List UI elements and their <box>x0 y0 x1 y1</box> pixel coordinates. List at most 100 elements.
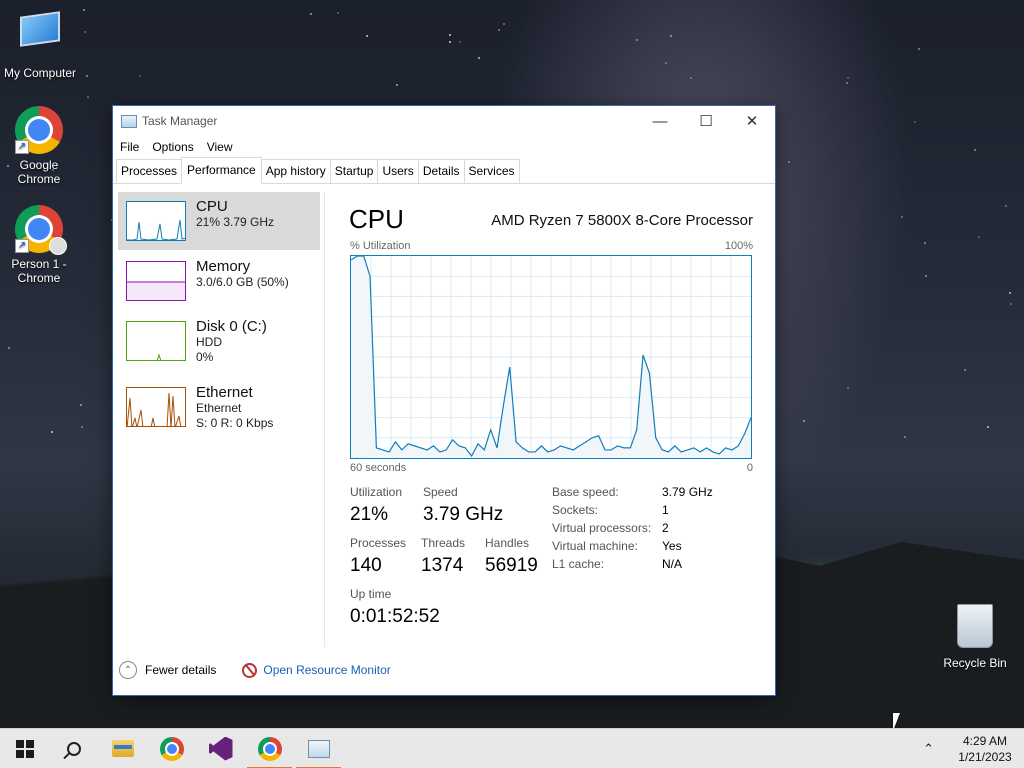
start-button[interactable] <box>0 729 49 768</box>
graph-label-min: 0 <box>746 462 753 474</box>
star <box>449 41 451 43</box>
speed-value: 3.79 GHz <box>423 504 504 525</box>
tab-details[interactable]: Details <box>417 159 465 183</box>
person-badge-icon <box>49 237 67 255</box>
processes-value: 140 <box>350 555 382 576</box>
task-manager-window[interactable]: Task Manager — ☐ ✕ File Options View Pro… <box>112 105 776 696</box>
taskbar: ⌃ 4:29 AM 1/21/2023 <box>0 728 1024 768</box>
ethernet-thumbnail-graph <box>126 387 186 427</box>
sockets-label: Sockets: <box>552 503 599 517</box>
shortcut-arrow-icon: ↗ <box>15 239 29 253</box>
star <box>670 35 672 37</box>
memory-thumbnail-graph <box>126 261 186 301</box>
star <box>924 242 926 244</box>
base-speed-value: 3.79 GHz <box>662 485 713 499</box>
star <box>803 420 805 422</box>
star <box>964 369 966 371</box>
threads-label: Threads <box>421 536 466 550</box>
taskbar-chrome-profile[interactable] <box>245 729 294 768</box>
star <box>925 275 927 277</box>
handles-value: 56919 <box>485 555 538 576</box>
resource-detail: 0% <box>196 350 214 364</box>
resource-monitor-icon <box>242 662 258 678</box>
desktop-icon-label: Recycle Bin <box>943 656 1007 670</box>
chrome-icon <box>257 736 282 761</box>
desktop-icon-recycle-bin[interactable]: Recycle Bin <box>935 602 1015 670</box>
star <box>51 431 53 433</box>
menu-view[interactable]: View <box>206 140 239 154</box>
resource-name: Ethernet <box>196 384 253 401</box>
uptime-value: 0:01:52:52 <box>350 606 440 627</box>
desktop-icon-label: My Computer <box>3 66 77 80</box>
uptime-label: Up time <box>350 587 392 601</box>
cpu-heading: CPU <box>349 204 404 234</box>
resource-item-disk[interactable]: Disk 0 (C:) HDD 0% <box>118 312 320 370</box>
threads-value: 1374 <box>421 555 464 576</box>
menu-file[interactable]: File <box>119 140 145 154</box>
tab-strip: Processes Performance App history Startu… <box>113 157 775 184</box>
resource-name: CPU <box>196 198 228 215</box>
disk-thumbnail-graph <box>126 321 186 361</box>
star <box>1010 303 1012 305</box>
utilization-value: 21% <box>350 504 389 525</box>
taskbar-chrome[interactable] <box>147 729 196 768</box>
minimize-button[interactable]: — <box>637 106 683 136</box>
close-button[interactable]: ✕ <box>729 106 775 136</box>
resource-detail: S: 0 R: 0 Kbps <box>196 416 274 430</box>
resource-detail: 21% 3.79 GHz <box>196 215 275 229</box>
desktop-icon-google-chrome[interactable]: ↗ Google Chrome <box>0 106 79 186</box>
open-resource-monitor-link[interactable]: Open Resource Monitor <box>263 663 390 677</box>
virtual-processors-value: 2 <box>662 521 669 535</box>
base-speed-label: Base speed: <box>552 485 619 499</box>
star <box>788 161 790 163</box>
taskbar-task-manager[interactable] <box>294 729 343 768</box>
tab-startup[interactable]: Startup <box>329 159 379 183</box>
sockets-value: 1 <box>662 503 669 517</box>
fewer-details-button[interactable]: Fewer details <box>145 663 216 677</box>
taskbar-file-explorer[interactable] <box>98 729 147 768</box>
chevron-up-icon[interactable]: ⌃ <box>911 741 946 757</box>
speed-label: Speed <box>423 485 458 499</box>
tab-users[interactable]: Users <box>377 159 419 183</box>
star <box>459 41 461 43</box>
resource-item-ethernet[interactable]: Ethernet Ethernet S: 0 R: 0 Kbps <box>118 378 320 436</box>
computer-icon <box>16 11 64 62</box>
star <box>83 9 85 11</box>
chrome-icon: ↗ <box>15 106 63 154</box>
menu-options[interactable]: Options <box>151 140 199 154</box>
star <box>8 347 10 349</box>
resource-item-cpu[interactable]: CPU 21% 3.79 GHz <box>118 192 320 250</box>
tab-app-history[interactable]: App history <box>260 159 331 183</box>
tab-performance[interactable]: Performance <box>181 157 262 184</box>
taskbar-visual-studio[interactable] <box>196 729 245 768</box>
star <box>310 13 312 15</box>
clock[interactable]: 4:29 AM 1/21/2023 <box>946 733 1024 765</box>
virtual-machine-label: Virtual machine: <box>552 539 638 553</box>
resource-name: Memory <box>196 258 251 275</box>
tab-processes[interactable]: Processes <box>116 159 183 183</box>
tab-services[interactable]: Services <box>463 159 520 183</box>
processes-label: Processes <box>350 536 407 550</box>
clock-time: 4:29 AM <box>962 733 1008 748</box>
visual-studio-icon <box>208 736 233 761</box>
window-footer: ⌃ Fewer details Open Resource Monitor <box>119 661 391 679</box>
resource-name: Disk 0 (C:) <box>196 318 267 335</box>
maximize-button[interactable]: ☐ <box>683 106 729 136</box>
desktop-icon-my-computer[interactable]: My Computer <box>0 10 80 80</box>
search-button[interactable] <box>49 729 98 768</box>
star <box>80 404 82 406</box>
star <box>498 29 500 31</box>
star <box>901 216 903 218</box>
graph-label-timespan: 60 seconds <box>350 462 407 474</box>
resource-item-memory[interactable]: Memory 3.0/6.0 GB (50%) <box>118 252 320 310</box>
system-tray: ⌃ 4:29 AM 1/21/2023 <box>911 729 1024 768</box>
star <box>87 96 89 98</box>
handles-label: Handles <box>485 536 530 550</box>
title-bar[interactable]: Task Manager — ☐ ✕ <box>113 106 775 136</box>
star <box>918 48 920 50</box>
chevron-up-icon[interactable]: ⌃ <box>119 661 137 679</box>
task-manager-icon <box>121 114 137 128</box>
utilization-label: Utilization <box>350 485 403 499</box>
processor-name: AMD Ryzen 7 5800X 8-Core Processor <box>491 212 753 229</box>
desktop-icon-person-chrome[interactable]: ↗ Person 1 - Chrome <box>0 205 79 285</box>
